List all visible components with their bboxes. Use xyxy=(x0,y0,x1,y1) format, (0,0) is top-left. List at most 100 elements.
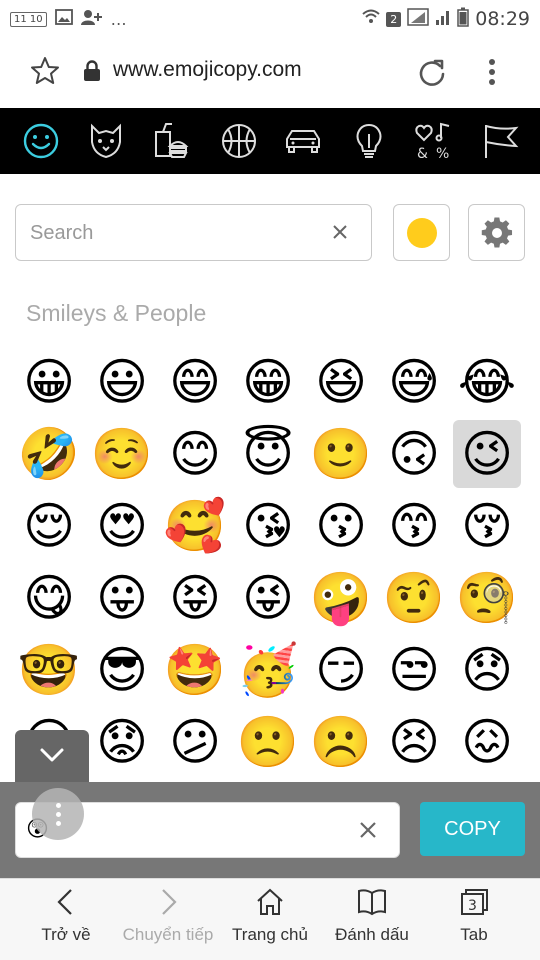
emoji-button[interactable]: 😣 xyxy=(380,708,448,776)
emoji-button[interactable]: 😉 xyxy=(453,420,521,488)
emoji-glyph: 😋 xyxy=(22,569,76,627)
copy-button[interactable]: COPY xyxy=(420,802,525,856)
status-bar: 11 10 … 2 08:29 xyxy=(0,0,540,38)
reload-icon[interactable] xyxy=(416,57,448,89)
emoji-button[interactable]: 😆 xyxy=(307,348,375,416)
bookmarks-button[interactable]: Đánh dấu xyxy=(322,887,422,945)
skin-tone-button[interactable] xyxy=(393,204,450,261)
emoji-button[interactable]: 😂 xyxy=(453,348,521,416)
emoji-button[interactable]: 😗 xyxy=(307,492,375,560)
emoji-button[interactable]: 😌 xyxy=(15,492,83,560)
chevron-down-icon xyxy=(40,748,64,762)
emoji-glyph: 🤣 xyxy=(17,425,81,483)
emoji-button[interactable]: 😃 xyxy=(88,348,156,416)
forward-icon xyxy=(162,889,177,915)
emoji-button[interactable]: 😖 xyxy=(453,708,521,776)
svg-text:%: % xyxy=(436,146,449,162)
tabs-button[interactable]: 3 Tab xyxy=(424,887,524,945)
emoji-button[interactable]: 🥳 xyxy=(234,636,302,704)
clear-search-icon[interactable] xyxy=(329,221,351,243)
emoji-button[interactable]: 😁 xyxy=(234,348,302,416)
home-button[interactable]: Trang chủ xyxy=(220,887,320,945)
star-icon[interactable] xyxy=(30,56,60,86)
emoji-button[interactable]: 🤣 xyxy=(15,420,83,488)
emoji-button[interactable]: 😘 xyxy=(234,492,302,560)
emoji-category-bar: &% xyxy=(0,108,540,174)
emoji-button[interactable]: 🥰 xyxy=(161,492,229,560)
smileys-icon[interactable] xyxy=(20,120,62,162)
emoji-grid: 😀😃😄😁😆😅😂🤣☺️😊😇🙂🙃😉😌😍🥰😘😗😙😚😋😛😝😜🤪🤨🧐🤓😎🤩🥳😏😒😞😔😟😕🙁… xyxy=(15,348,525,784)
emoji-button[interactable]: ☹️ xyxy=(307,708,375,776)
activity-icon[interactable] xyxy=(218,120,260,162)
emoji-button[interactable]: 😜 xyxy=(234,564,302,632)
collapse-panel-button[interactable] xyxy=(15,730,89,782)
emoji-button[interactable]: 🙂 xyxy=(307,420,375,488)
emoji-glyph: 😗 xyxy=(314,497,368,555)
emoji-glyph: 😃 xyxy=(95,353,149,411)
emoji-button[interactable]: 🙁 xyxy=(234,708,302,776)
home-label: Trang chủ xyxy=(232,925,308,944)
emoji-button[interactable]: 😀 xyxy=(15,348,83,416)
emoji-glyph: 😙 xyxy=(387,497,441,555)
image-notification-icon xyxy=(54,9,73,29)
emoji-button[interactable]: 😒 xyxy=(380,636,448,704)
emoji-button[interactable]: 🤪 xyxy=(307,564,375,632)
emoji-button[interactable]: 😝 xyxy=(161,564,229,632)
emoji-button[interactable]: 😍 xyxy=(88,492,156,560)
symbols-icon[interactable]: &% xyxy=(414,120,456,162)
forward-button[interactable]: Chuyển tiếp xyxy=(118,887,218,945)
emoji-glyph: 😜 xyxy=(241,569,295,627)
emoji-button[interactable]: 😚 xyxy=(453,492,521,560)
sim-badge: 2 xyxy=(386,11,402,27)
emoji-button[interactable]: 🤓 xyxy=(15,636,83,704)
emoji-button[interactable]: 😛 xyxy=(88,564,156,632)
emoji-button[interactable]: 😊 xyxy=(161,420,229,488)
search-input[interactable] xyxy=(30,218,320,248)
more-notifications-icon: … xyxy=(110,9,127,29)
emoji-glyph: 😚 xyxy=(460,497,514,555)
emoji-glyph: 🧐 xyxy=(455,569,519,627)
emoji-glyph: 🥳 xyxy=(236,641,300,699)
emoji-glyph: 😄 xyxy=(168,353,222,411)
emoji-button[interactable]: 😞 xyxy=(453,636,521,704)
emoji-glyph: 😟 xyxy=(95,713,149,771)
emoji-glyph: 🥰 xyxy=(163,497,227,555)
more-options-icon[interactable] xyxy=(480,56,504,88)
clear-copy-icon[interactable] xyxy=(357,819,379,841)
emoji-glyph: 😇 xyxy=(241,425,295,483)
emoji-button[interactable]: 😋 xyxy=(15,564,83,632)
emoji-button[interactable]: 😎 xyxy=(88,636,156,704)
flags-icon[interactable] xyxy=(480,120,522,162)
bookmarks-icon xyxy=(358,889,386,916)
floating-menu-button[interactable] xyxy=(32,788,84,840)
emoji-button[interactable]: 😄 xyxy=(161,348,229,416)
travel-icon[interactable] xyxy=(282,120,324,162)
emoji-button[interactable]: 😙 xyxy=(380,492,448,560)
emoji-button[interactable]: 🧐 xyxy=(453,564,521,632)
food-icon[interactable] xyxy=(150,120,192,162)
emoji-button[interactable]: 😕 xyxy=(161,708,229,776)
settings-button[interactable] xyxy=(468,204,525,261)
emoji-button[interactable]: 🤩 xyxy=(161,636,229,704)
calendar-notification-icon: 11 10 xyxy=(10,11,47,27)
emoji-glyph: 😌 xyxy=(22,497,76,555)
search-box xyxy=(15,204,372,261)
animals-icon[interactable] xyxy=(85,120,127,162)
emoji-button[interactable]: ☺️ xyxy=(88,420,156,488)
emoji-button[interactable]: 😟 xyxy=(88,708,156,776)
objects-icon[interactable] xyxy=(348,120,390,162)
url-text[interactable]: www.emojicopy.com xyxy=(113,58,302,82)
emoji-glyph: 😣 xyxy=(387,713,441,771)
emoji-button[interactable]: 🤨 xyxy=(380,564,448,632)
back-button[interactable]: Trở về xyxy=(16,887,116,945)
add-contact-notification-icon xyxy=(80,9,103,29)
emoji-button[interactable]: 😇 xyxy=(234,420,302,488)
emoji-button[interactable]: 🙃 xyxy=(380,420,448,488)
emoji-glyph: 😏 xyxy=(314,641,368,699)
emoji-button[interactable]: 😅 xyxy=(380,348,448,416)
back-icon xyxy=(57,889,72,915)
emoji-button[interactable]: 😏 xyxy=(307,636,375,704)
tabs-icon: 3 xyxy=(461,889,488,915)
battery-icon xyxy=(457,7,469,31)
emoji-glyph: 🙃 xyxy=(387,425,441,483)
